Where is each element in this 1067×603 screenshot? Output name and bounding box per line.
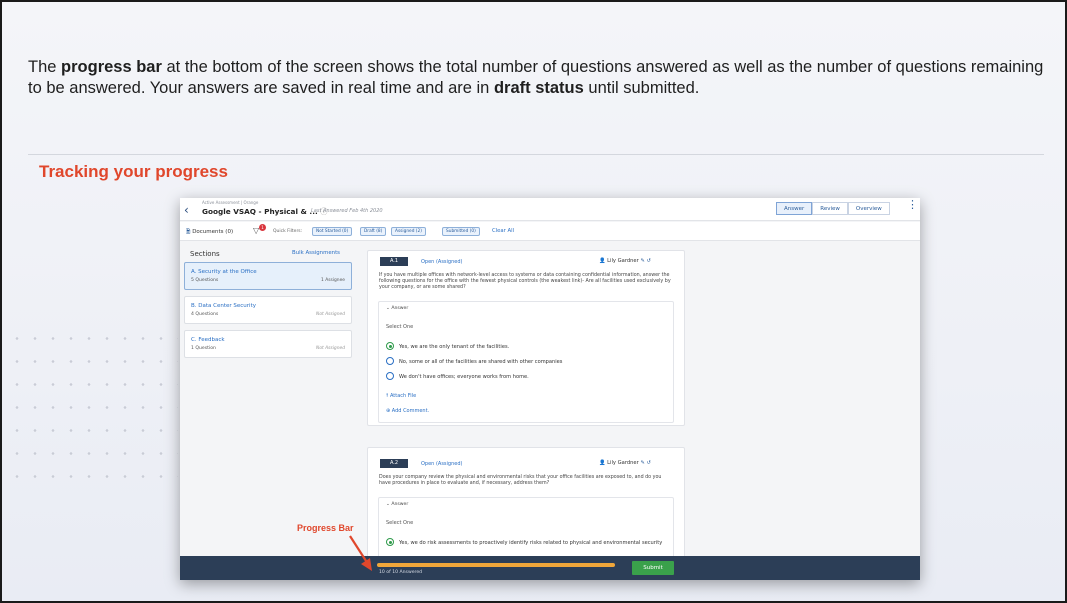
progress-bar-fill (377, 563, 615, 567)
answer-option[interactable]: We don't have offices; everyone works fr… (386, 372, 529, 380)
slide: The progress bar at the bottom of the sc… (0, 0, 1067, 603)
question-text: Does your company review the physical an… (379, 475, 662, 486)
progress-bar-callout-label: Progress Bar (297, 523, 354, 533)
section-assignee: 1 Assignee (321, 278, 345, 283)
filter-count-badge: 1 (259, 224, 266, 231)
documents-button[interactable]: 🗎 Documents (0) (186, 228, 233, 237)
decorative-dot-grid (8, 327, 178, 487)
question-id-badge: A.1 (380, 257, 408, 266)
answer-label: Answer (391, 502, 409, 507)
intro-part: until submitted. (583, 79, 700, 97)
section-name: A. Security at the Office (191, 269, 257, 275)
answer-option[interactable]: Yes, we are the only tenant of the facil… (386, 342, 509, 350)
question-assignee[interactable]: 👤 Lily Gardner ✎ ↺ (599, 460, 651, 466)
attach-file-link[interactable]: ⭡ Attach File (386, 393, 416, 399)
answer-toggle[interactable]: ⌄ Answer (386, 306, 408, 311)
chevron-down-icon: ⌄ (386, 306, 390, 311)
question-card-a1: A.1 Open (Assigned) 👤 Lily Gardner ✎ ↺ I… (367, 250, 685, 426)
chip-submitted[interactable]: Submitted (0) (442, 227, 480, 236)
section-question-count: 4 Questions (191, 312, 219, 317)
assignee-name: Lily Gardner (607, 258, 639, 264)
section-card-a[interactable]: A. Security at the Office 5 Questions 1 … (184, 262, 352, 290)
view-tabs: Answer Review Overview (776, 202, 890, 215)
chevron-down-icon: ⌄ (386, 502, 390, 507)
app-screenshot: ‹ Active Assessment | Orange Google VSAQ… (180, 198, 920, 580)
option-label: No, some or all of the facilities are sh… (399, 359, 563, 365)
attach-file-label: Attach File (389, 393, 417, 399)
radio[interactable] (386, 357, 394, 365)
question-text: If you have multiple offices with networ… (379, 273, 671, 290)
radio-selected[interactable] (386, 342, 394, 350)
chip-not-started[interactable]: Not Started (0) (312, 227, 353, 236)
tab-review[interactable]: Review (812, 202, 848, 215)
question-assignee[interactable]: 👤 Lily Gardner ✎ ↺ (599, 258, 651, 264)
user-icon: 👤 (599, 258, 606, 264)
top-bar: ‹ Active Assessment | Orange Google VSAQ… (180, 198, 920, 221)
clear-all-link[interactable]: Clear All (492, 228, 514, 234)
assessment-title-text: Google VSAQ - Physical & ... (202, 207, 318, 216)
history-icon[interactable]: ↺ (646, 460, 650, 466)
progress-bar (377, 563, 615, 567)
sections-heading: Sections (190, 250, 220, 258)
radio-selected[interactable] (386, 538, 394, 546)
select-one-label: Select One (386, 520, 414, 526)
last-answered: Last Answered Feb 4th 2020 (311, 208, 383, 214)
callout-arrow-icon (349, 535, 372, 571)
answer-option[interactable]: Yes, we do risk assessments to proactive… (386, 538, 662, 546)
answer-option[interactable]: No, some or all of the facilities are sh… (386, 357, 562, 365)
intro-part: The (28, 58, 62, 76)
chip-assigned[interactable]: Assigned (2) (391, 227, 426, 236)
filter-bar: 🗎 Documents (0) ▽ 1 Quick Filters: Not S… (180, 222, 920, 241)
quick-filters-label: Quick Filters: (273, 229, 303, 234)
progress-text: 10 of 10 Answered (379, 570, 423, 575)
edit-icon[interactable]: ✎ (640, 258, 644, 264)
user-icon: 👤 (599, 460, 606, 466)
question-status: Open (Assigned) (421, 259, 463, 265)
add-comment-label: Add Comment. (391, 408, 430, 414)
add-comment-link[interactable]: ⊕ Add Comment. (386, 408, 429, 414)
chip-draft[interactable]: Draft (8) (360, 227, 387, 236)
option-label: We don't have offices; everyone works fr… (399, 374, 529, 380)
section-title: Tracking your progress (39, 162, 228, 181)
question-status: Open (Assigned) (421, 461, 463, 467)
answer-toggle[interactable]: ⌄ Answer (386, 502, 408, 507)
section-assignee: Not Assigned (316, 346, 345, 351)
tab-overview[interactable]: Overview (847, 202, 890, 215)
progress-footer: 10 of 10 Answered Submit (180, 556, 920, 580)
divider (28, 154, 1044, 155)
plus-circle-icon: ⊕ (386, 408, 391, 414)
section-question-count: 5 Questions (191, 278, 219, 283)
select-one-label: Select One (386, 324, 414, 330)
breadcrumb: Active Assessment | Orange (202, 200, 259, 205)
history-icon[interactable]: ↺ (646, 258, 650, 264)
section-card-c[interactable]: C. Feedback 1 Question Not Assigned (184, 330, 352, 358)
documents-label: Documents (0) (192, 229, 234, 235)
bulk-assignments-link[interactable]: Bulk Assignments (292, 250, 340, 256)
more-menu-icon[interactable]: ⋮ (907, 199, 918, 210)
section-card-b[interactable]: B. Data Center Security 4 Questions Not … (184, 296, 352, 324)
question-id-badge: A.2 (380, 459, 408, 468)
submit-button[interactable]: Submit (632, 561, 674, 575)
answer-label: Answer (391, 306, 409, 311)
tab-answer[interactable]: Answer (776, 202, 813, 215)
answer-box: ⌄ Answer Select One Yes, we are the only… (378, 301, 674, 423)
question-card-a2: A.2 Open (Assigned) 👤 Lily Gardner ✎ ↺ D… (367, 447, 685, 577)
intro-text: The progress bar at the bottom of the sc… (28, 57, 1048, 99)
intro-bold-progress-bar: progress bar (61, 58, 162, 76)
assignee-name: Lily Gardner (607, 460, 639, 466)
radio[interactable] (386, 372, 394, 380)
option-label: Yes, we are the only tenant of the facil… (399, 344, 510, 350)
option-label: Yes, we do risk assessments to proactive… (399, 540, 663, 546)
edit-icon[interactable]: ✎ (640, 460, 644, 466)
section-name: B. Data Center Security (191, 303, 256, 309)
section-question-count: 1 Question (191, 346, 216, 351)
upload-icon: ⭡ (386, 393, 389, 399)
intro-bold-draft-status: draft status (493, 79, 584, 97)
document-icon: 🗎 (186, 229, 191, 235)
section-assignee: Not Assigned (316, 312, 345, 317)
section-name: C. Feedback (191, 337, 225, 343)
assessment-title: Google VSAQ - Physical & ... ⓘ (202, 207, 328, 217)
back-chevron-icon[interactable]: ‹ (184, 203, 189, 217)
